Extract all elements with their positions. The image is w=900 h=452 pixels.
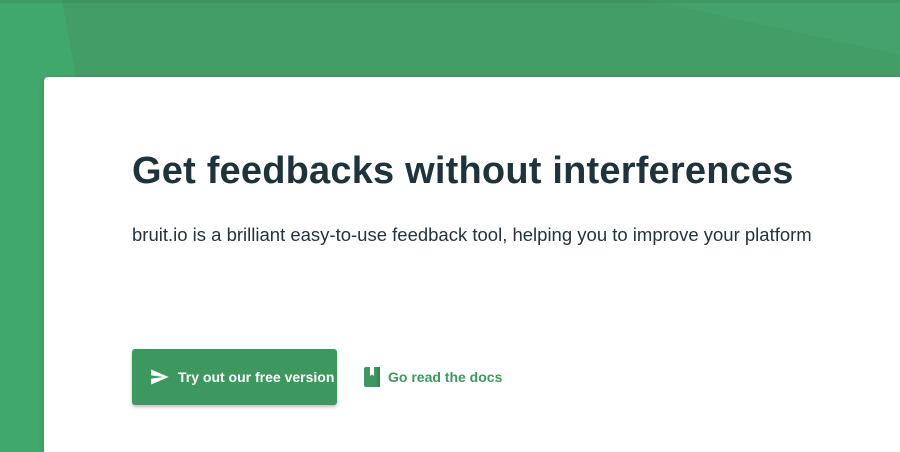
hero-card: Get feedbacks without interferences brui… xyxy=(44,77,900,452)
try-free-version-button[interactable]: Try out our free version xyxy=(132,349,337,405)
hero-subtitle: bruit.io is a brilliant easy-to-use feed… xyxy=(132,224,812,245)
read-docs-link[interactable]: Go read the docs xyxy=(364,367,502,387)
landing-page-viewport: Get feedbacks without interferences brui… xyxy=(0,0,900,452)
send-icon xyxy=(151,369,169,385)
read-docs-label: Go read the docs xyxy=(388,369,503,385)
book-icon xyxy=(364,367,380,387)
try-free-version-label: Try out our free version xyxy=(178,369,335,385)
hero-title: Get feedbacks without interferences xyxy=(132,150,794,192)
